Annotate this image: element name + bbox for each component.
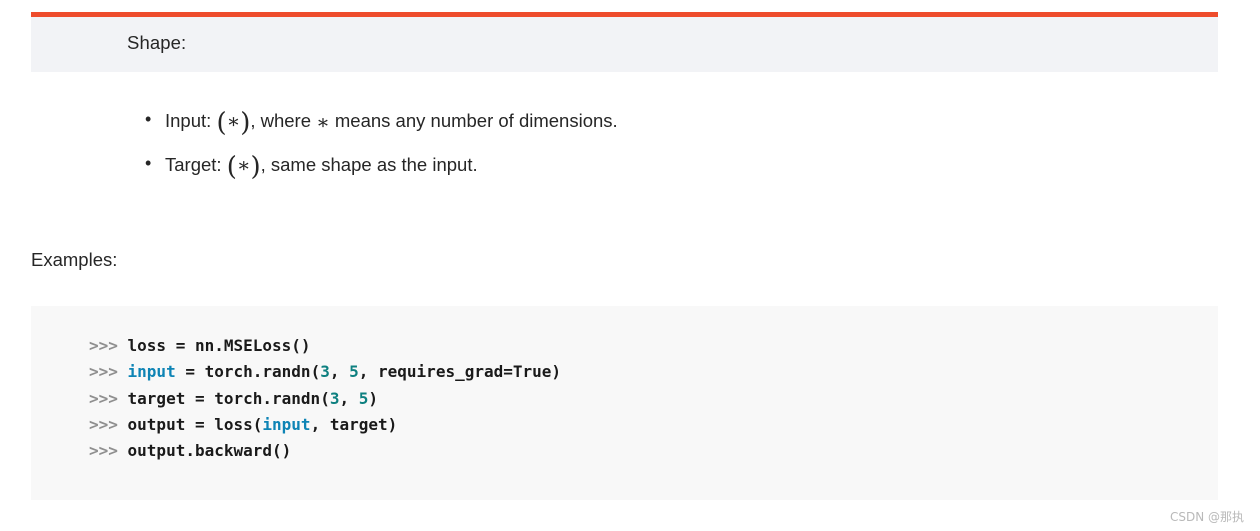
code-token-plain: target = torch.randn( [127, 388, 330, 408]
bullet-glyph: • [145, 153, 152, 173]
code-token-plain: output = loss( [127, 414, 263, 434]
examples-label: Examples: [31, 249, 118, 270]
shape-heading-box: Shape: [31, 17, 1218, 72]
list-item-label: Input: [165, 110, 212, 131]
paren-close: ) [240, 108, 251, 138]
list-item-text-b: means any number of dimensions. [329, 110, 618, 131]
code-token-name: input [262, 414, 311, 434]
code-token-plain: = torch.randn( [175, 362, 321, 382]
paren-open: ( [226, 152, 237, 182]
paren-close: ) [250, 152, 261, 182]
list-item-text-a: , same shape as the input. [260, 154, 478, 175]
code-token-name: input [127, 362, 176, 382]
code-prompt: >>> [89, 362, 128, 382]
code-prompt: >>> [89, 414, 128, 434]
code-token-plain: , target) [310, 414, 398, 434]
list-item-label: Target: [165, 154, 222, 175]
bullet-glyph: • [145, 109, 152, 129]
shape-panel: Shape: [31, 12, 1218, 72]
code-token-plain: output.backward() [127, 441, 292, 461]
code-block[interactable]: >>> loss = nn.MSELoss() >>> input = torc… [31, 306, 1218, 500]
shape-symbol: (∗) [216, 108, 250, 138]
code-token-plain: , requires_grad=True) [358, 362, 562, 382]
code-token-plain: loss = nn.MSELoss() [127, 336, 311, 355]
shape-bullet-list: • Input: (∗), where ∗ means any number o… [0, 98, 1260, 186]
code-content: >>> loss = nn.MSELoss() >>> input = torc… [89, 333, 1218, 464]
code-token-num: 5 [358, 388, 369, 408]
code-prompt: >>> [89, 388, 128, 408]
inline-star-glyph: ∗ [316, 110, 330, 134]
code-prompt: >>> [89, 441, 128, 461]
code-token-plain: , [339, 388, 359, 408]
shape-symbol: (∗) [227, 152, 261, 182]
code-prompt: >>> [89, 336, 128, 355]
shape-heading: Shape: [127, 32, 187, 53]
star-glyph: ∗ [236, 153, 251, 177]
watermark: CSDN @那执 [1169, 510, 1244, 524]
star-glyph: ∗ [226, 109, 241, 133]
list-item-text-a: , where [250, 110, 317, 131]
paren-open: ( [216, 108, 227, 138]
code-token-plain: ) [368, 388, 379, 408]
code-token-plain: , [329, 362, 350, 382]
code-token-num: 5 [349, 362, 359, 382]
list-item: • Input: (∗), where ∗ means any number o… [0, 98, 1260, 142]
code-token-num: 3 [320, 362, 330, 382]
list-item: • Target: (∗), same shape as the input. [0, 142, 1260, 186]
